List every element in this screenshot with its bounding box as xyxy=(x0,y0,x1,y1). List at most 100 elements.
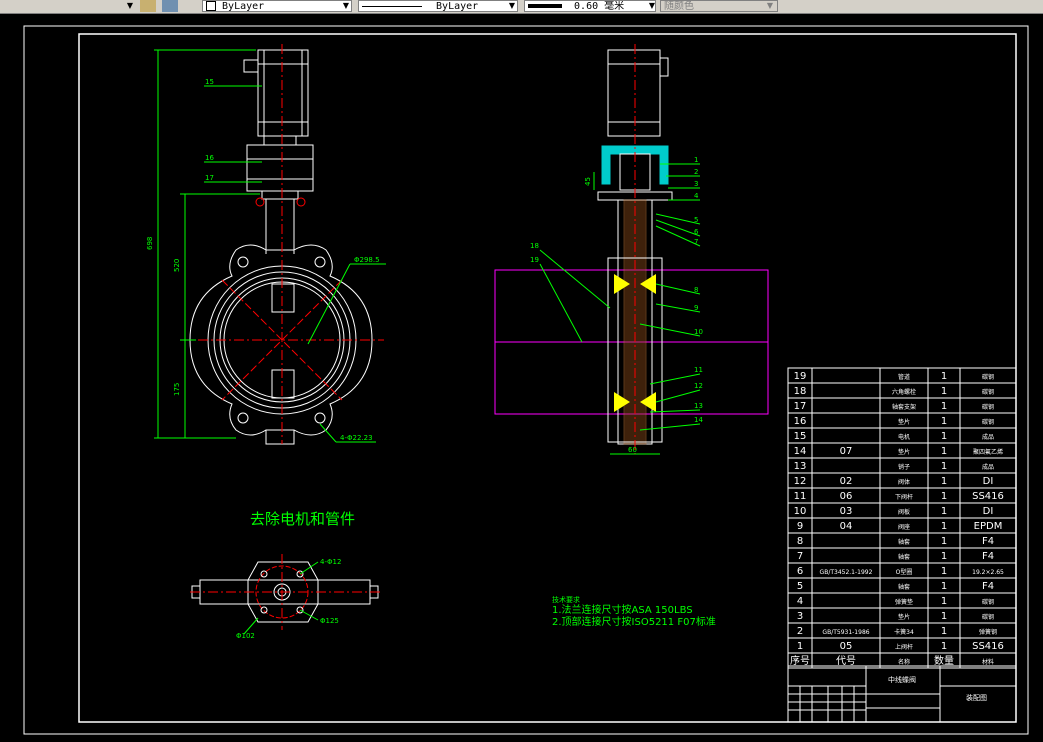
dropdown-arrow-icon[interactable]: ▼ xyxy=(124,0,136,12)
bom-row-17-qty: 1 xyxy=(941,401,947,412)
balloon-3: 3 xyxy=(694,180,698,188)
balloon-9: 9 xyxy=(694,304,698,312)
bom-row-11-material: SS416 xyxy=(972,491,1004,502)
bom-row-10-code: 03 xyxy=(840,506,853,517)
dim-pcd: Φ125 xyxy=(320,617,339,625)
dim-698: 698 xyxy=(146,237,154,250)
dim-175: 175 xyxy=(173,383,181,396)
bom-row-1-code: 05 xyxy=(840,641,853,652)
bom-row-19-name: 管道 xyxy=(898,373,910,381)
balloon-19: 19 xyxy=(530,256,539,264)
bom-row-11-code: 06 xyxy=(840,491,853,502)
bom-row-17-name: 轴套支架 xyxy=(892,403,916,411)
balloon-12: 12 xyxy=(694,382,703,390)
bom-row-16-no: 16 xyxy=(794,416,807,427)
bom-row-17-no: 17 xyxy=(794,401,807,412)
bom-row-14-name: 垫片 xyxy=(898,448,910,456)
bom-row-1-material: SS416 xyxy=(972,641,1004,652)
balloon-5: 5 xyxy=(694,216,698,224)
balloon-15: 15 xyxy=(205,78,214,86)
bom-row-3-name: 垫片 xyxy=(898,613,910,621)
bom-row-3-qty: 1 xyxy=(941,611,947,622)
bom-row-6-qty: 1 xyxy=(941,566,947,577)
bom-row-19-qty: 1 xyxy=(941,371,947,382)
bom-row-17-material: 碳钢 xyxy=(982,403,994,411)
linetype-preview-icon xyxy=(362,5,422,7)
bom-row-15-qty: 1 xyxy=(941,431,947,442)
bom-row-10-material: DI xyxy=(983,506,994,517)
bom-row-9-code: 04 xyxy=(840,521,853,532)
balloon-10: 10 xyxy=(694,328,703,336)
bom-row-4-material: 碳钢 xyxy=(982,598,994,606)
balloon-4: 4 xyxy=(694,192,699,200)
bom-row-6-name: O型圈 xyxy=(896,568,913,576)
bom-row-5-qty: 1 xyxy=(941,581,947,592)
bom-row-2-qty: 1 xyxy=(941,626,947,637)
plotstyle-value: 随颜色 xyxy=(664,1,694,12)
bom-row-10-qty: 1 xyxy=(941,506,947,517)
bom-row-1-name: 上阀杆 xyxy=(895,643,913,651)
bom-row-7-qty: 1 xyxy=(941,551,947,562)
linetype-control-select[interactable]: ByLayer xyxy=(358,0,518,12)
bom-row-3-material: 碳钢 xyxy=(982,613,994,621)
bom-row-15-no: 15 xyxy=(794,431,807,442)
bom-row-11-qty: 1 xyxy=(941,491,947,502)
dim-outer: Φ102 xyxy=(236,632,255,640)
bom-row-6-no: 6 xyxy=(797,566,803,577)
chevron-down-icon[interactable]: ▼ xyxy=(646,0,658,12)
bom-row-12-material: DI xyxy=(983,476,994,487)
bom-row-18-name: 六角螺栓 xyxy=(892,388,916,396)
bom-row-16-qty: 1 xyxy=(941,416,947,427)
bom-row-4-name: 弹簧垫 xyxy=(895,598,913,606)
bom-row-9-no: 9 xyxy=(797,521,803,532)
bom-row-11-no: 11 xyxy=(794,491,807,502)
bom-header-material: 材料 xyxy=(982,658,994,666)
top-view-caption: 去除电机和管件 xyxy=(250,510,355,528)
notes-heading: 技术要求 xyxy=(552,595,580,604)
lineweight-preview-icon xyxy=(528,4,562,8)
title-product-name: 中线蝶阀 xyxy=(888,675,916,684)
bom-row-18-no: 18 xyxy=(794,386,807,397)
chevron-down-icon[interactable]: ▼ xyxy=(764,0,776,12)
bom-row-5-material: F4 xyxy=(982,581,994,592)
bom-row-19-material: 碳钢 xyxy=(982,373,994,381)
layer-states-icon[interactable] xyxy=(140,0,156,12)
balloon-11: 11 xyxy=(694,366,703,374)
bom-row-4-qty: 1 xyxy=(941,596,947,607)
linetype-value: ByLayer xyxy=(436,1,479,12)
plotstyle-control-select[interactable]: 随颜色 xyxy=(660,0,778,12)
balloon-13: 13 xyxy=(694,402,703,410)
notes-line-2: 2.顶部连接尺寸按ISO5211 F07标准 xyxy=(552,615,716,628)
chevron-down-icon[interactable]: ▼ xyxy=(506,0,518,12)
bom-row-7-material: F4 xyxy=(982,551,994,562)
bom-row-3-no: 3 xyxy=(797,611,803,622)
bom-row-12-no: 12 xyxy=(794,476,807,487)
bom-row-12-qty: 1 xyxy=(941,476,947,487)
bom-row-4-no: 4 xyxy=(797,596,803,607)
balloon-14: 14 xyxy=(694,416,703,424)
dim-60: 60 xyxy=(628,446,637,454)
lineweight-control-select[interactable]: 0.60 毫米 xyxy=(524,0,656,12)
lineweight-value: 0.60 毫米 xyxy=(574,1,625,12)
bom-row-8-name: 轴套 xyxy=(898,538,910,546)
bom-row-9-material: EPDM xyxy=(974,521,1003,532)
layer-previous-icon[interactable] xyxy=(162,0,178,12)
bom-row-8-no: 8 xyxy=(797,536,803,547)
bom-row-12-code: 02 xyxy=(840,476,853,487)
bom-row-8-material: F4 xyxy=(982,536,994,547)
notes-line-1: 1.法兰连接尺寸按ASA 150LBS xyxy=(552,603,693,616)
balloon-18: 18 xyxy=(530,242,539,250)
bom-row-13-no: 13 xyxy=(794,461,807,472)
bom-row-8-qty: 1 xyxy=(941,536,947,547)
balloon-7: 7 xyxy=(694,238,698,246)
bom-row-14-qty: 1 xyxy=(941,446,947,457)
bom-row-2-name: 卡簧34 xyxy=(894,628,914,636)
drawing-canvas[interactable]: 698 520 175 Φ298.5 4-Φ22.23 15 16 17 去除电… xyxy=(0,14,1043,738)
bom-row-14-code: 07 xyxy=(840,446,853,457)
chevron-down-icon[interactable]: ▼ xyxy=(340,0,352,12)
bom-row-16-name: 垫片 xyxy=(898,418,910,426)
color-control-select[interactable]: ByLayer xyxy=(202,0,352,12)
bom-row-2-no: 2 xyxy=(797,626,803,637)
dim-holes: 4-Φ12 xyxy=(320,558,341,566)
bom-row-15-material: 成品 xyxy=(982,433,994,441)
